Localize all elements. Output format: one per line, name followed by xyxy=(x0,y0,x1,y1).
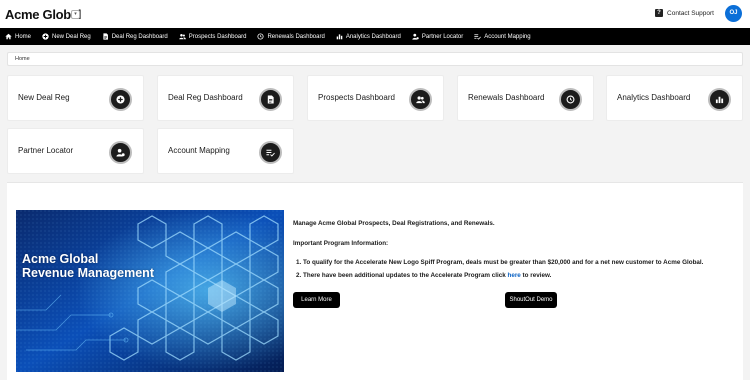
home-icon xyxy=(5,33,12,40)
document-icon xyxy=(102,33,109,40)
nav-item-label: Analytics Dashboard xyxy=(345,33,401,40)
nav-item-home[interactable]: Home xyxy=(5,33,31,40)
nav-item-label: Renewals Dashboard xyxy=(267,33,325,40)
nav-item-label: Prospects Dashboard xyxy=(188,33,247,40)
banner-title-line2: Revenue Management xyxy=(22,266,154,280)
tile-label: New Deal Reg xyxy=(18,93,70,102)
banner-image: Acme Global Revenue Management xyxy=(16,210,284,372)
list-check-icon xyxy=(474,33,482,40)
tile-analytics-dashboard[interactable]: Analytics Dashboard xyxy=(606,75,743,121)
learn-more-button[interactable]: Learn More xyxy=(293,292,340,308)
user-avatar[interactable]: OJ xyxy=(725,5,742,22)
history-icon xyxy=(559,88,582,111)
hexagon-background-graphic xyxy=(16,210,284,372)
bar-chart-icon xyxy=(336,33,343,40)
tile-label: Account Mapping xyxy=(168,146,230,155)
people-icon xyxy=(409,88,432,111)
people-icon xyxy=(178,33,186,40)
tile-renewals-dashboard[interactable]: Renewals Dashboard xyxy=(457,75,594,121)
contact-support-label: Contact Support xyxy=(667,9,714,17)
tile-label: Partner Locator xyxy=(18,146,74,155)
nav-item-label: Home xyxy=(15,33,32,40)
program-item-2-tail: to review. xyxy=(520,272,552,279)
person-pin-icon xyxy=(109,141,132,164)
shoutout-demo-button[interactable]: ShoutOut Demo xyxy=(505,292,557,308)
nav-item-label: Partner Locator xyxy=(421,33,464,40)
intro-text: Manage Acme Global Prospects, Deal Regis… xyxy=(293,220,495,227)
tile-account-mapping[interactable]: Account Mapping xyxy=(157,128,294,174)
banner-title: Acme Global Revenue Management xyxy=(22,252,154,280)
program-item-2: There have been additional updates to th… xyxy=(303,272,741,279)
nav-item-new-deal-reg[interactable]: New Deal Reg xyxy=(42,33,91,40)
program-info: Manage Acme Global Prospects, Deal Regis… xyxy=(293,220,741,285)
nav-item-prospects-dashboard[interactable]: Prospects Dashboard xyxy=(178,33,247,40)
info-panel: Acme Global Revenue Management Manage Ac… xyxy=(7,182,743,380)
tile-label: Deal Reg Dashboard xyxy=(168,93,243,102)
program-heading: Important Program Information: xyxy=(293,240,389,247)
brand-dropdown-button[interactable]: ▾ xyxy=(71,10,80,19)
tile-label: Analytics Dashboard xyxy=(617,93,691,102)
list-check-icon xyxy=(259,141,282,164)
tile-label: Renewals Dashboard xyxy=(468,93,545,102)
banner-title-line1: Acme Global xyxy=(22,252,99,266)
tile-prospects-dashboard[interactable]: Prospects Dashboard xyxy=(307,75,444,121)
tile-new-deal-reg[interactable]: New Deal Reg xyxy=(7,75,144,121)
nav-item-analytics-dashboard[interactable]: Analytics Dashboard xyxy=(336,33,401,40)
tile-label: Prospects Dashboard xyxy=(318,93,395,102)
nav-item-partner-locator[interactable]: Partner Locator xyxy=(412,33,463,40)
here-link[interactable]: here xyxy=(507,272,520,279)
program-item-1: To qualify for the Accelerate New Logo S… xyxy=(303,259,741,266)
nav-item-label: Deal Reg Dashboard xyxy=(111,33,168,40)
header: Acme Global ▾ ? Contact Support OJ xyxy=(0,0,750,28)
tile-partner-locator[interactable]: Partner Locator xyxy=(7,128,144,174)
breadcrumb: Home xyxy=(7,52,743,66)
person-pin-icon xyxy=(412,33,419,40)
document-icon xyxy=(259,88,282,111)
brand-logo[interactable]: Acme Global xyxy=(5,7,81,22)
contact-support-link[interactable]: ? Contact Support xyxy=(655,9,714,17)
program-item-2-text: There have been additional updates to th… xyxy=(303,272,508,279)
nav-item-label: New Deal Reg xyxy=(52,33,91,40)
help-icon: ? xyxy=(655,9,664,17)
plus-circle-icon xyxy=(109,88,132,111)
plus-circle-icon xyxy=(42,33,49,40)
nav-item-renewals-dashboard[interactable]: Renewals Dashboard xyxy=(257,33,325,40)
bar-chart-icon xyxy=(708,88,731,111)
tile-deal-reg-dashboard[interactable]: Deal Reg Dashboard xyxy=(157,75,294,121)
top-nav: Home New Deal Reg Deal Reg Dashboard Pro… xyxy=(0,28,750,45)
history-icon xyxy=(257,33,264,40)
breadcrumb-home[interactable]: Home xyxy=(15,56,30,62)
nav-item-label: Account Mapping xyxy=(484,33,531,40)
nav-item-account-mapping[interactable]: Account Mapping xyxy=(474,33,531,40)
nav-item-deal-reg-dashboard[interactable]: Deal Reg Dashboard xyxy=(102,33,168,40)
program-list: To qualify for the Accelerate New Logo S… xyxy=(293,259,741,279)
